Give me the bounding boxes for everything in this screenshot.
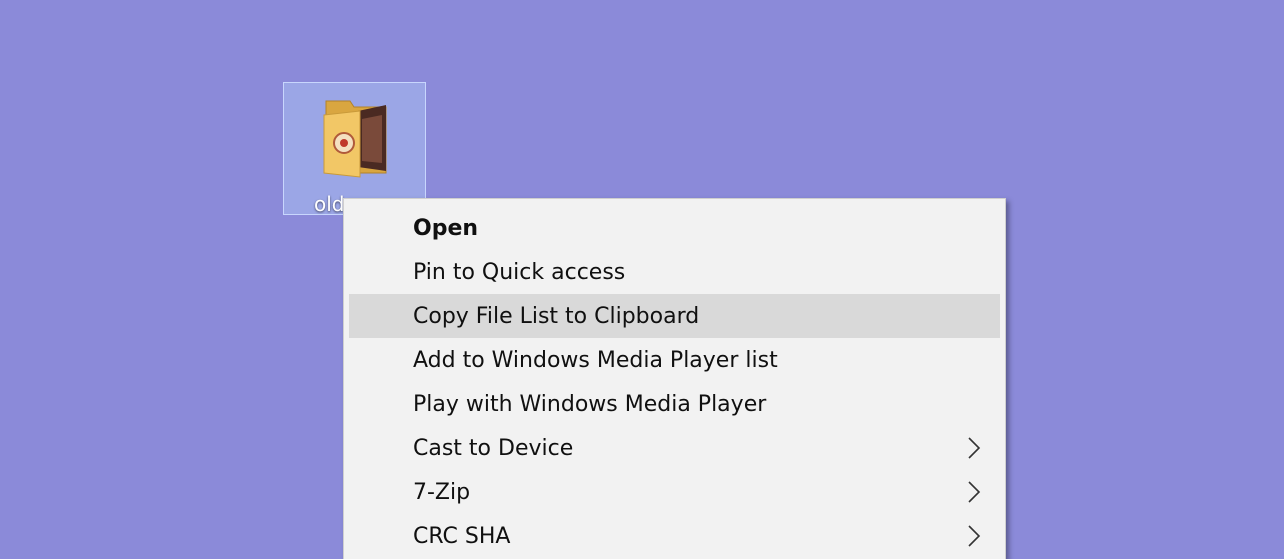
chevron-right-icon	[968, 481, 981, 503]
menu-item-label: Add to Windows Media Player list	[413, 347, 778, 373]
menu-item-label: Cast to Device	[413, 435, 574, 461]
menu-item-label: CRC SHA	[413, 523, 511, 549]
context-menu: Open Pin to Quick access Copy File List …	[343, 198, 1006, 559]
menu-item-cast-to-device[interactable]: Cast to Device	[349, 426, 1000, 470]
menu-item-label: Open	[413, 215, 479, 241]
menu-item-copy-file-list[interactable]: Copy File List to Clipboard	[349, 294, 1000, 338]
menu-item-play-with-wmp[interactable]: Play with Windows Media Player	[349, 382, 1000, 426]
menu-item-crc-sha[interactable]: CRC SHA	[349, 514, 1000, 558]
menu-item-label: Play with Windows Media Player	[413, 391, 767, 417]
menu-item-label: 7-Zip	[413, 479, 471, 505]
menu-item-open[interactable]: Open	[349, 206, 1000, 250]
desktop[interactable]: old Open Pin to Quick access Copy File L…	[0, 0, 1284, 559]
menu-item-pin-to-quick-access[interactable]: Pin to Quick access	[349, 250, 1000, 294]
menu-item-add-to-wmp-list[interactable]: Add to Windows Media Player list	[349, 338, 1000, 382]
desktop-folder-icon[interactable]: old	[283, 82, 426, 215]
chevron-right-icon	[968, 525, 981, 547]
menu-item-label: Copy File List to Clipboard	[413, 303, 700, 329]
menu-item-label: Pin to Quick access	[413, 259, 626, 285]
menu-item-7-zip[interactable]: 7-Zip	[349, 470, 1000, 514]
folder-icon	[323, 100, 387, 178]
chevron-right-icon	[968, 437, 981, 459]
